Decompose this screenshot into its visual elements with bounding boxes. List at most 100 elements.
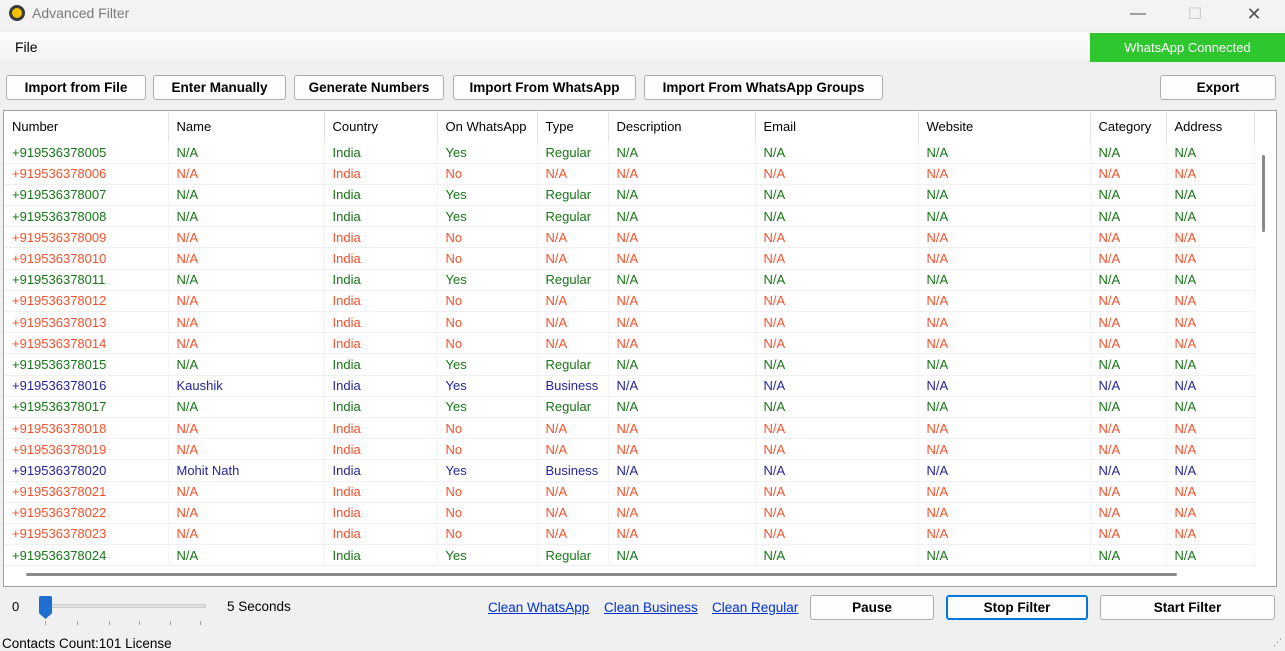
table-cell: Business (537, 459, 609, 482)
table-row[interactable]: +919536378017 N/A India Yes Regular N/A N/A N/A… (4, 396, 1255, 418)
table-cell: N/A (168, 247, 325, 270)
table-cell: N/A (168, 481, 325, 503)
vertical-scrollbar-thumb[interactable] (1262, 155, 1265, 232)
table-row[interactable]: +919536378019 N/A India No N/A N/A N/A N/A N/A N/… (4, 438, 1255, 461)
import-from-whatsapp-groups-button[interactable]: Import From WhatsApp Groups (644, 75, 883, 100)
table-cell: Regular (537, 184, 609, 207)
table-cell: N/A (608, 502, 756, 524)
table-cell: N/A (1090, 142, 1167, 164)
table-row[interactable]: +919536378005 N/A India Yes Regular N/A N/A N/A… (4, 142, 1255, 164)
table-row[interactable]: +919536378014 N/A India No N/A N/A N/A N/A N/A N/… (4, 332, 1255, 355)
horizontal-scrollbar-thumb[interactable] (26, 573, 1177, 576)
table-cell: N/A (1090, 396, 1167, 418)
table-row[interactable]: +919536378010 N/A India No N/A N/A N/A N/A N/A N/… (4, 247, 1255, 270)
table-cell: N/A (918, 290, 1091, 313)
table-row[interactable]: +919536378012 N/A India No N/A N/A N/A N/A N/A N/… (4, 290, 1255, 313)
table-cell: N/A (608, 417, 756, 440)
table-row[interactable]: +919536378016 Kaushik India Yes Business N/A N… (4, 375, 1255, 397)
table-row[interactable]: +919536378009 N/A India No N/A N/A N/A N/A N/A N/… (4, 226, 1255, 249)
slider-tick (77, 621, 78, 625)
column-header[interactable]: Email (755, 111, 919, 142)
license-label[interactable]: License (125, 636, 172, 651)
import-from-whatsapp-button[interactable]: Import From WhatsApp (453, 75, 636, 100)
column-header[interactable]: Name (168, 111, 325, 142)
table-row[interactable]: +919536378008 N/A India Yes Regular N/A N/A N/A… (4, 205, 1255, 228)
column-header[interactable]: Website (918, 111, 1091, 142)
table-cell: N/A (168, 184, 325, 207)
table-cell: +919536378014 (4, 332, 169, 355)
table-cell: N/A (918, 247, 1091, 270)
pause-button[interactable]: Pause (810, 595, 934, 620)
delay-slider-thumb[interactable] (39, 596, 52, 619)
table-row[interactable]: +919536378006 N/A India No N/A N/A N/A N/A N/A N/… (4, 163, 1255, 185)
delay-slider-min-label: 0 (12, 599, 20, 614)
table-cell: N/A (168, 205, 325, 228)
table-row[interactable]: +919536378007 N/A India Yes Regular N/A N/A N/A… (4, 184, 1255, 207)
table-cell: N/A (168, 502, 325, 524)
table-cell: N/A (608, 142, 756, 164)
column-header[interactable]: Description (608, 111, 756, 142)
table-cell: Business (537, 375, 609, 397)
table-cell: Yes (437, 142, 538, 164)
resize-grip-icon[interactable]: ⋰ (1273, 637, 1282, 648)
column-header[interactable]: Type (537, 111, 609, 142)
table-cell: N/A (608, 163, 756, 185)
export-button[interactable]: Export (1160, 75, 1276, 100)
table-cell: N/A (755, 247, 919, 270)
table-cell: N/A (168, 544, 325, 567)
table-cell: India (324, 332, 438, 355)
clean-whatsapp-link[interactable]: Clean WhatsApp (488, 600, 589, 615)
table-row[interactable]: +919536378024 N/A India Yes Regular N/A N/A N/A… (4, 544, 1255, 567)
table-cell: N/A (168, 269, 325, 291)
table-cell: N/A (608, 184, 756, 207)
table-row[interactable]: +919536378022 N/A India No N/A N/A N/A N/A N/A N/… (4, 502, 1255, 524)
table-cell: N/A (1166, 417, 1255, 440)
maximize-icon[interactable]: ☐ (1172, 0, 1218, 28)
table-cell: N/A (1166, 184, 1255, 207)
table-cell: N/A (168, 290, 325, 313)
table-cell: N/A (537, 247, 609, 270)
table-row[interactable]: +919536378011 N/A India Yes Regular N/A N/A N/A… (4, 269, 1255, 291)
table-cell: N/A (918, 375, 1091, 397)
enter-manually-button[interactable]: Enter Manually (153, 75, 286, 100)
table-cell: Yes (437, 184, 538, 207)
clean-business-link[interactable]: Clean Business (604, 600, 698, 615)
stop-filter-button[interactable]: Stop Filter (946, 595, 1088, 620)
table-cell: N/A (755, 311, 919, 334)
table-cell: N/A (537, 332, 609, 355)
minimize-icon[interactable]: — (1115, 0, 1161, 28)
table-cell: N/A (918, 502, 1091, 524)
table-cell: N/A (1166, 438, 1255, 461)
column-header[interactable]: Number (4, 111, 169, 142)
table-cell: Mohit Nath (168, 459, 325, 482)
table-row[interactable]: +919536378018 N/A India No N/A N/A N/A N/A N/A N/… (4, 417, 1255, 440)
table-row[interactable]: +919536378020 Mohit Nath India Yes Business N… (4, 459, 1255, 482)
table-cell: N/A (608, 226, 756, 249)
table-row[interactable]: +919536378023 N/A India No N/A N/A N/A N/A N/A N/… (4, 523, 1255, 546)
start-filter-button[interactable]: Start Filter (1100, 595, 1275, 620)
column-header[interactable]: Category (1090, 111, 1167, 142)
delay-slider-track[interactable] (40, 604, 206, 608)
table-row[interactable]: +919536378015 N/A India Yes Regular N/A N/A N/A… (4, 353, 1255, 376)
close-icon[interactable]: ✕ (1231, 0, 1277, 28)
column-header[interactable]: Country (324, 111, 438, 142)
table-cell: N/A (1166, 332, 1255, 355)
table-cell: N/A (918, 311, 1091, 334)
import-from-file-button[interactable]: Import from File (6, 75, 146, 100)
table-cell: N/A (168, 226, 325, 249)
table-cell: No (437, 290, 538, 313)
table-cell: Regular (537, 353, 609, 376)
table-body: +919536378005 N/A India Yes Regular N/A N/A N/A… (4, 142, 1255, 567)
table-cell: No (437, 311, 538, 334)
column-header[interactable]: On WhatsApp (437, 111, 538, 142)
clean-regular-link[interactable]: Clean Regular (712, 600, 798, 615)
table-cell: N/A (168, 163, 325, 185)
table-row[interactable]: +919536378021 N/A India No N/A N/A N/A N/A N/A N/… (4, 481, 1255, 503)
table-cell: N/A (755, 417, 919, 440)
table-row[interactable]: +919536378013 N/A India No N/A N/A N/A N/A N/A N/… (4, 311, 1255, 334)
table-cell: Yes (437, 396, 538, 418)
column-header[interactable]: Address (1166, 111, 1255, 142)
menu-file[interactable]: File (15, 39, 38, 55)
contacts-grid[interactable]: Number Name Country On WhatsApp Type Descript… (3, 110, 1277, 587)
generate-numbers-button[interactable]: Generate Numbers (294, 75, 444, 100)
